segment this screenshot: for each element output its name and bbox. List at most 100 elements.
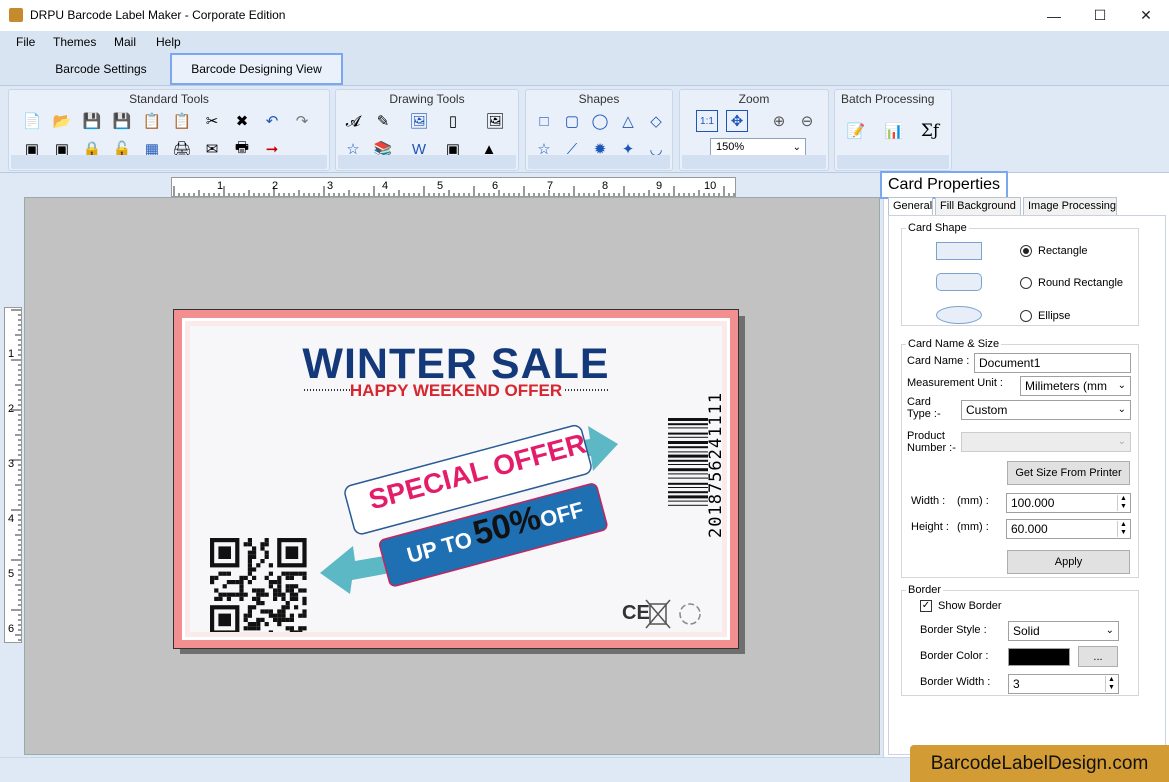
tab-barcode-settings[interactable]: Barcode Settings: [40, 53, 162, 85]
label-subtitle[interactable]: HAPPY WEEKEND OFFER: [190, 381, 722, 401]
border-group: Border ✓ Show Border Border Style : Soli…: [901, 584, 1139, 696]
height-input[interactable]: 60.000 ▲ ▼: [1006, 519, 1131, 539]
paste-icon[interactable]: 📋: [171, 110, 193, 132]
qr-module: [298, 588, 303, 593]
barcode-icon[interactable]: ▯: [442, 110, 464, 132]
card-inner-border: WINTER SALE HAPPY WEEKEND OFFER SPECIAL …: [182, 318, 730, 640]
round-rectangle-radio[interactable]: [1020, 277, 1032, 289]
qr-module: [289, 592, 294, 597]
group-footer: [528, 155, 670, 169]
panel-body: Card Shape Rectangle Round Rectangle Ell…: [888, 215, 1166, 755]
group-title: Batch Processing: [841, 92, 935, 106]
round-rectangle-shape-icon[interactable]: ▢: [561, 110, 583, 132]
ruler-label: 10: [704, 180, 717, 192]
image-library-icon[interactable]: 🖼: [484, 110, 506, 132]
qr-module: [289, 575, 294, 580]
design-canvas[interactable]: WINTER SALE HAPPY WEEKEND OFFER SPECIAL …: [24, 197, 880, 755]
menu-mail[interactable]: Mail: [114, 35, 136, 49]
get-size-from-printer-button[interactable]: Get Size From Printer: [1007, 461, 1130, 485]
window-title: DRPU Barcode Label Maker - Corporate Edi…: [30, 8, 286, 22]
ruler-label: 5: [8, 568, 15, 580]
card-name-input[interactable]: Document1: [974, 353, 1131, 373]
barcode-bar: [668, 500, 708, 502]
group-shapes: Shapes □ ▢ ◯ △ ◇ ☆ ⟋ ✹ ✦ ◡: [525, 89, 673, 171]
barcode-bar: [668, 427, 708, 429]
qr-module: [252, 626, 257, 631]
tab-image-processing[interactable]: Image Processing: [1023, 197, 1117, 215]
formula-icon[interactable]: Σƒ: [919, 120, 941, 142]
ruler-label: 2: [8, 403, 15, 415]
qr-module: [277, 617, 282, 622]
maximize-icon[interactable]: ☐: [1077, 0, 1123, 31]
card-field: WINTER SALE HAPPY WEEKEND OFFER SPECIAL …: [190, 326, 726, 632]
qr-module: [281, 613, 286, 618]
menu-file[interactable]: File: [16, 35, 35, 49]
border-width-input[interactable]: 3 ▲ ▼: [1008, 674, 1119, 694]
border-width-spinner[interactable]: ▲ ▼: [1105, 676, 1117, 692]
text-icon[interactable]: 𝓐: [342, 110, 364, 132]
ellipse-radio[interactable]: [1020, 310, 1032, 322]
qr-module: [247, 605, 252, 610]
rectangle-radio[interactable]: [1020, 245, 1032, 257]
barcode-number[interactable]: 2018756241111: [706, 392, 726, 538]
apply-button[interactable]: Apply: [1007, 550, 1130, 574]
qr-finder: [285, 546, 299, 559]
width-input[interactable]: 100.000 ▲ ▼: [1006, 493, 1131, 513]
barcode-bar: [668, 441, 708, 444]
round-rectangle-label: Round Rectangle: [1038, 277, 1124, 289]
show-border-checkbox[interactable]: ✓: [920, 600, 932, 612]
qr-module: [214, 588, 219, 593]
rectangle-preview: [936, 242, 982, 260]
open-icon[interactable]: 📂: [51, 110, 73, 132]
pen-icon[interactable]: ✎: [372, 110, 394, 132]
actual-size-icon[interactable]: 1:1: [696, 110, 718, 132]
label-card[interactable]: WINTER SALE HAPPY WEEKEND OFFER SPECIAL …: [173, 309, 739, 649]
undo-icon[interactable]: ↶: [261, 110, 283, 132]
product-number-select[interactable]: ⌄: [961, 432, 1131, 452]
rectangle-shape-icon[interactable]: □: [533, 110, 555, 132]
ruler-label: 1: [217, 180, 224, 192]
qr-module: [252, 575, 257, 580]
delete-icon[interactable]: ✖: [231, 110, 253, 132]
zoom-out-icon[interactable]: ⊖: [796, 110, 818, 132]
tab-fill-background[interactable]: Fill Background: [935, 197, 1021, 215]
tab-general[interactable]: General: [888, 197, 933, 215]
ce-mark[interactable]: CE: [622, 602, 650, 625]
border-color-swatch[interactable]: [1008, 648, 1070, 666]
batch-edit-icon[interactable]: 📝: [845, 120, 867, 142]
diamond-shape-icon[interactable]: ◇: [645, 110, 667, 132]
ellipse-shape-icon[interactable]: ◯: [589, 110, 611, 132]
qr-module: [281, 609, 286, 614]
qr-module: [273, 592, 278, 597]
tab-barcode-designing-view[interactable]: Barcode Designing View: [170, 53, 343, 85]
menu-themes[interactable]: Themes: [53, 35, 96, 49]
border-color-button[interactable]: ...: [1078, 646, 1118, 667]
qr-module: [218, 596, 223, 601]
measurement-unit-label: Measurement Unit :: [907, 377, 1003, 389]
save-icon[interactable]: 💾: [81, 110, 103, 132]
excel-import-icon[interactable]: 📊: [883, 120, 905, 142]
save-as-icon[interactable]: 💾: [111, 110, 133, 132]
new-icon[interactable]: 📄: [21, 110, 43, 132]
border-width-label: Border Width :: [920, 676, 991, 688]
barcode-bar: [668, 432, 708, 435]
card-type-select[interactable]: Custom ⌄: [961, 400, 1131, 420]
group-footer: [338, 155, 516, 169]
menu-help[interactable]: Help: [156, 35, 181, 49]
redo-icon[interactable]: ↷: [291, 110, 313, 132]
zoom-in-icon[interactable]: ⊕: [768, 110, 790, 132]
fit-to-window-icon[interactable]: ✥: [726, 110, 748, 132]
card-name-label: Card Name :: [907, 355, 970, 367]
copy-icon[interactable]: 📋: [141, 110, 163, 132]
qr-module: [256, 592, 261, 597]
close-icon[interactable]: ✕: [1123, 0, 1169, 31]
measurement-unit-select[interactable]: Milimeters (mm ⌄: [1020, 376, 1131, 396]
width-spinner[interactable]: ▲ ▼: [1117, 495, 1129, 511]
cut-icon[interactable]: ✂: [201, 110, 223, 132]
border-style-select[interactable]: Solid ⌄: [1008, 621, 1119, 641]
picture-icon[interactable]: 🖼: [408, 110, 430, 132]
ruler-label: 6: [492, 180, 499, 192]
height-spinner[interactable]: ▲ ▼: [1117, 521, 1129, 537]
minimize-icon[interactable]: —: [1031, 0, 1077, 31]
triangle-shape-icon[interactable]: △: [617, 110, 639, 132]
